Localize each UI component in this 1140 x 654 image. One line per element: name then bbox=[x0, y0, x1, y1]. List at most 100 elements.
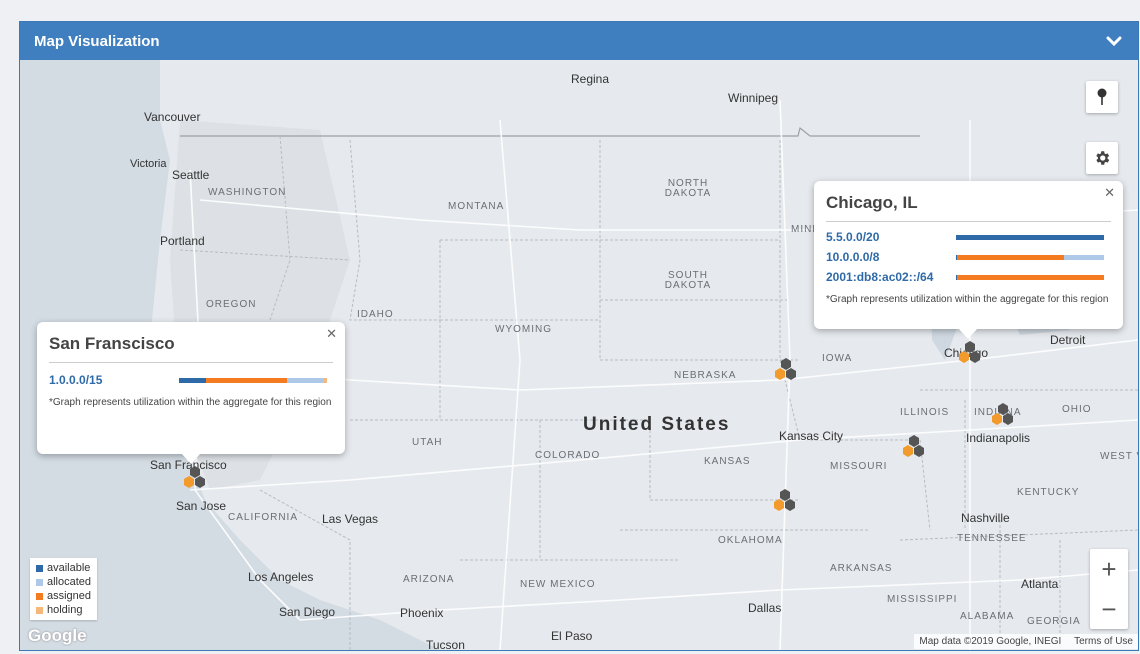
state-label: MONTANA bbox=[448, 201, 505, 212]
city-label: Detroit bbox=[1050, 333, 1086, 347]
utilization-bar bbox=[956, 274, 1104, 280]
map-canvas[interactable]: Regina Winnipeg Vancouver Victoria Seatt… bbox=[20, 60, 1138, 650]
bar-assigned bbox=[957, 274, 1104, 280]
city-label: Portland bbox=[160, 234, 205, 248]
hex-marker[interactable] bbox=[180, 465, 210, 491]
city-label: Kansas City bbox=[779, 429, 844, 443]
hex-marker[interactable] bbox=[988, 402, 1018, 428]
state-label: OKLAHOMA bbox=[718, 535, 783, 546]
utilization-bar bbox=[956, 234, 1104, 240]
bar-holding bbox=[324, 377, 327, 383]
bar-available bbox=[179, 377, 206, 383]
close-icon[interactable]: ✕ bbox=[1104, 185, 1115, 201]
prefix-row: 2001:db8:ac02::/64 bbox=[826, 270, 1111, 284]
state-label: IDAHO bbox=[357, 309, 394, 320]
prefix-link[interactable]: 10.0.0.0/8 bbox=[826, 250, 956, 264]
city-label: Dallas bbox=[748, 601, 782, 615]
gear-icon[interactable] bbox=[1086, 142, 1118, 174]
prefix-row: 1.0.0.0/15 bbox=[49, 373, 333, 387]
zoom-controls: + − bbox=[1090, 549, 1128, 629]
legend-label: assigned bbox=[47, 590, 92, 602]
google-logo[interactable]: Google bbox=[28, 626, 87, 646]
legend-label: holding bbox=[47, 604, 83, 616]
city-label: San Jose bbox=[176, 499, 227, 513]
panel-title: Map Visualization bbox=[34, 32, 160, 50]
legend-item: allocated bbox=[36, 575, 91, 589]
bar-assigned bbox=[205, 377, 288, 383]
city-label: Seattle bbox=[172, 168, 210, 182]
map-visualization-panel: Map Visualization Regina Winnipeg Vancou… bbox=[19, 21, 1139, 651]
city-label: Vancouver bbox=[144, 110, 201, 124]
state-label: WEST VIRGINIA bbox=[1100, 451, 1138, 462]
popup-chicago: ✕ Chicago, IL 5.5.0.0/20 10.0.0.0/8 2001… bbox=[814, 181, 1123, 339]
hex-marker[interactable] bbox=[770, 488, 800, 514]
state-label: ARKANSAS bbox=[830, 563, 893, 574]
panel-header[interactable]: Map Visualization bbox=[20, 22, 1138, 60]
hex-marker[interactable] bbox=[771, 357, 801, 383]
popup-note: *Graph represents utilization within the… bbox=[826, 294, 1109, 305]
state-label: ALABAMA bbox=[960, 611, 1015, 622]
city-label: Atlanta bbox=[1021, 577, 1059, 591]
city-label: Victoria bbox=[130, 158, 167, 170]
state-label: WASHINGTON bbox=[208, 187, 287, 198]
terms-link[interactable]: Terms of Use bbox=[1074, 636, 1133, 647]
state-label: ARIZONA bbox=[403, 574, 455, 585]
state-label: GEORGIA bbox=[1027, 616, 1081, 627]
country-label: United States bbox=[583, 414, 731, 435]
hex-marker[interactable] bbox=[899, 434, 929, 460]
state-label: WYOMING bbox=[495, 324, 552, 335]
popup-title: San Franscisco bbox=[49, 334, 333, 363]
prefix-link[interactable]: 2001:db8:ac02::/64 bbox=[826, 270, 956, 284]
legend-item: available bbox=[36, 561, 91, 575]
popup-note: *Graph represents utilization within the… bbox=[49, 397, 332, 408]
prefix-link[interactable]: 1.0.0.0/15 bbox=[49, 373, 179, 387]
state-label: KENTUCKY bbox=[1017, 487, 1080, 498]
popup-title: Chicago, IL bbox=[826, 193, 1111, 222]
state-label: COLORADO bbox=[535, 450, 601, 461]
utilization-legend: available allocated assigned holding bbox=[30, 558, 98, 620]
close-icon[interactable]: ✕ bbox=[326, 326, 337, 342]
city-label: Nashville bbox=[961, 511, 1010, 525]
prefix-row: 10.0.0.0/8 bbox=[826, 250, 1111, 264]
utilization-bar bbox=[179, 377, 327, 383]
state-label: NEBRASKA bbox=[674, 370, 737, 381]
state-label: OHIO bbox=[1062, 404, 1092, 415]
city-label: Las Vegas bbox=[322, 512, 379, 526]
state-label: TENNESSEE bbox=[957, 533, 1027, 544]
map-attribution: Map data ©2019 Google, INEGI Terms of Us… bbox=[914, 634, 1138, 649]
state-label: OREGON bbox=[206, 299, 257, 310]
bar-available bbox=[956, 234, 1104, 240]
city-label: Regina bbox=[571, 72, 610, 86]
legend-item: assigned bbox=[36, 589, 91, 603]
state-label: IOWA bbox=[822, 353, 853, 364]
zoom-out-button[interactable]: − bbox=[1090, 589, 1128, 629]
prefix-row: 5.5.0.0/20 bbox=[826, 230, 1111, 244]
legend-item: holding bbox=[36, 603, 91, 617]
prefix-link[interactable]: 5.5.0.0/20 bbox=[826, 230, 956, 244]
city-label: Winnipeg bbox=[728, 91, 779, 105]
city-label: El Paso bbox=[551, 629, 593, 643]
state-label: SOUTH DAKOTA bbox=[664, 270, 712, 291]
zoom-in-button[interactable]: + bbox=[1090, 549, 1128, 589]
state-label: CALIFORNIA bbox=[228, 512, 299, 523]
bar-allocated bbox=[1064, 254, 1104, 260]
city-label: Indianapolis bbox=[966, 431, 1031, 445]
state-label: NEW MEXICO bbox=[520, 579, 596, 590]
city-label: San Diego bbox=[279, 605, 336, 619]
chevron-down-icon[interactable] bbox=[1104, 31, 1124, 51]
legend-label: available bbox=[47, 562, 91, 574]
popup-san-francisco: ✕ San Franscisco 1.0.0.0/15 *Graph repre… bbox=[37, 322, 345, 464]
city-label: Tucson bbox=[426, 638, 465, 650]
legend-label: allocated bbox=[47, 576, 92, 588]
state-label: NORTH DAKOTA bbox=[664, 178, 712, 199]
city-label: Los Angeles bbox=[248, 570, 314, 584]
state-label: UTAH bbox=[412, 437, 443, 448]
state-label: MISSOURI bbox=[830, 461, 888, 472]
state-label: MISSISSIPPI bbox=[887, 594, 958, 605]
bar-allocated bbox=[287, 377, 325, 383]
state-label: ILLINOIS bbox=[900, 407, 950, 418]
state-label: KANSAS bbox=[704, 456, 751, 467]
map-pin-icon[interactable] bbox=[1086, 81, 1118, 113]
hex-marker[interactable] bbox=[955, 340, 985, 366]
utilization-bar bbox=[956, 254, 1104, 260]
